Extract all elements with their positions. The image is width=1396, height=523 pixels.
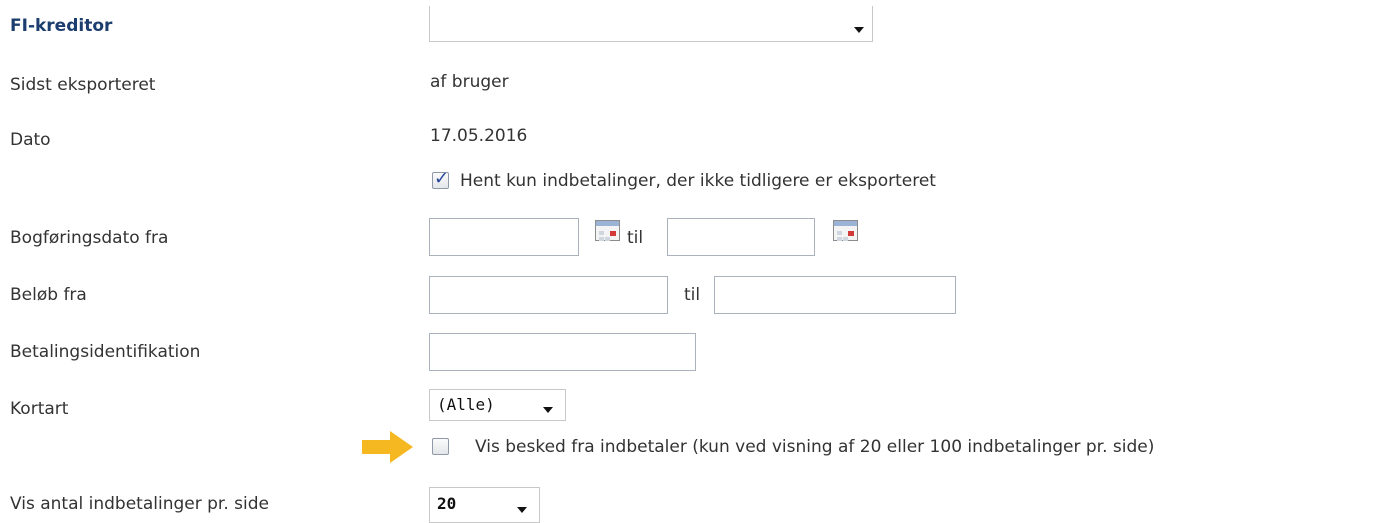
arrow-right-icon: [362, 431, 413, 463]
bogforingsdato-til-label: til: [627, 228, 644, 248]
hent-kun-checkbox[interactable]: ✓: [432, 168, 449, 189]
belob-from-input[interactable]: [429, 276, 668, 314]
hent-kun-checkbox-label: Hent kun indbetalinger, der ikke tidlige…: [460, 171, 936, 191]
belob-til-label: til: [684, 285, 701, 305]
calendar-icon[interactable]: [833, 220, 858, 241]
dato-value: 17.05.2016: [430, 126, 528, 146]
fi-kreditor-select[interactable]: [429, 6, 873, 42]
kortart-label: Kortart: [10, 399, 69, 419]
vis-besked-checkbox[interactable]: [432, 438, 449, 455]
vis-besked-checkbox-label: Vis besked fra indbetaler (kun ved visni…: [475, 437, 1155, 457]
chevron-down-icon: [543, 407, 553, 413]
chevron-down-icon: [854, 27, 864, 33]
bogforingsdato-from-input[interactable]: [429, 218, 579, 256]
sidst-eksporteret-value: af bruger: [430, 72, 509, 92]
belob-to-input[interactable]: [714, 276, 956, 314]
chevron-down-icon: [517, 507, 527, 513]
kortart-select[interactable]: (Alle): [429, 389, 566, 421]
checkmark-icon: ✓: [434, 168, 450, 189]
bogforingsdato-label: Bogføringsdato fra: [10, 228, 169, 248]
fi-kreditor-label: FI-kreditor: [10, 16, 113, 36]
betalingsid-input[interactable]: [429, 333, 696, 371]
belob-label: Beløb fra: [10, 285, 87, 305]
calendar-icon[interactable]: [595, 220, 620, 241]
kortart-selected: (Alle): [437, 395, 495, 414]
bogforingsdato-to-input[interactable]: [667, 218, 815, 256]
vis-antal-select[interactable]: 20: [429, 487, 540, 523]
vis-antal-selected: 20: [437, 494, 457, 513]
dato-label: Dato: [10, 130, 51, 150]
sidst-eksporteret-label: Sidst eksporteret: [10, 75, 156, 95]
betalingsid-label: Betalingsidentifikation: [10, 342, 201, 362]
vis-antal-label: Vis antal indbetalinger pr. side: [10, 494, 269, 514]
